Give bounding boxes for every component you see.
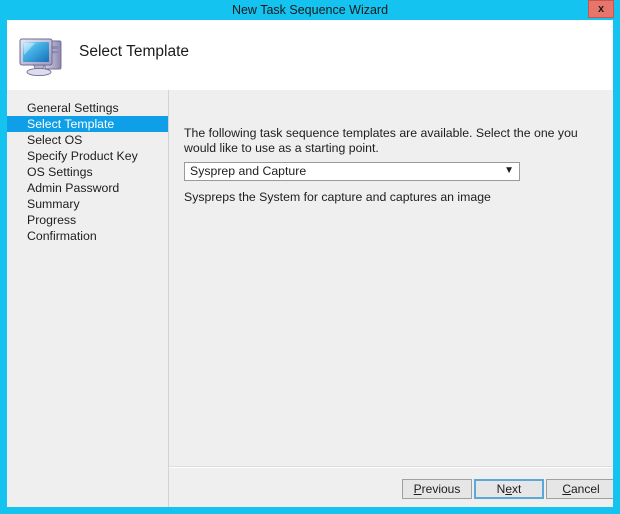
sidebar-item-select-template[interactable]: Select Template [7,116,168,132]
sidebar-item-specify-product-key[interactable]: Specify Product Key [7,148,168,164]
next-button[interactable]: Next [474,479,544,499]
cancel-button[interactable]: Cancel [546,479,613,499]
previous-button-accel: P [413,482,422,496]
sidebar-item-os-settings[interactable]: OS Settings [7,164,168,180]
sidebar-item-confirmation[interactable]: Confirmation [7,228,168,244]
wizard-step-sidebar: General Settings Select Template Select … [7,90,168,507]
title-bar: New Task Sequence Wizard x [0,0,620,20]
next-button-suffix: xt [512,482,522,496]
button-bar: Previous Next Cancel [169,468,613,507]
next-button-accel: e [505,482,512,496]
page-title: Select Template [79,43,189,60]
sidebar-item-summary[interactable]: Summary [7,196,168,212]
content-pane: The following task sequence templates ar… [169,90,613,466]
template-dropdown-value: Sysprep and Capture [190,164,307,178]
sidebar-item-admin-password[interactable]: Admin Password [7,180,168,196]
sidebar-item-select-os[interactable]: Select OS [7,132,168,148]
sidebar-item-general-settings[interactable]: General Settings [7,100,168,116]
next-button-prefix: N [496,482,506,496]
intro-text: The following task sequence templates ar… [184,126,578,155]
client-area: Select Template General Settings Select … [7,20,613,507]
template-description: Syspreps the System for capture and capt… [184,190,491,204]
header-band: Select Template [7,20,613,90]
previous-button[interactable]: Previous [402,479,472,499]
cancel-button-suffix: ancel [570,482,600,496]
template-dropdown[interactable]: Sysprep and Capture ▼ [184,162,520,181]
cancel-button-accel: C [562,482,571,496]
previous-button-suffix: revious [421,482,461,496]
sidebar-item-progress[interactable]: Progress [7,212,168,228]
chevron-down-icon: ▼ [504,165,514,176]
window-title: New Task Sequence Wizard [231,3,389,17]
computer-icon [17,33,67,79]
wizard-window: New Task Sequence Wizard x Select Templa… [0,0,620,514]
nav-list: General Settings Select Template Select … [7,100,168,244]
close-icon[interactable]: x [588,0,614,18]
